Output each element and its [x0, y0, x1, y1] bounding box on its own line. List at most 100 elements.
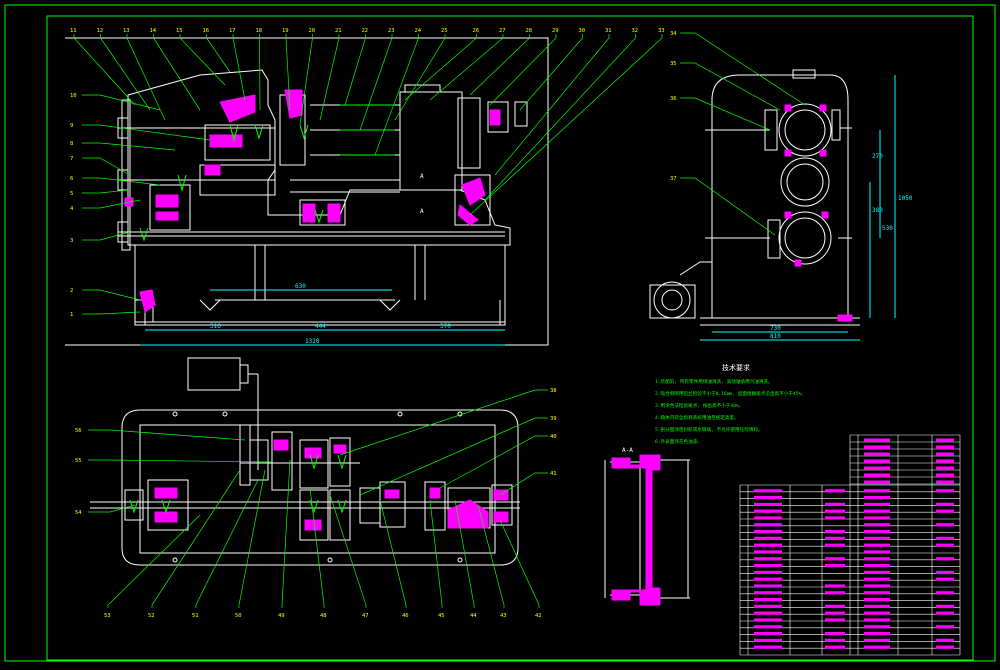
cad-drawing-canvas: 1320 630 316 444 370 A A 730 810 270 380… — [0, 0, 1000, 666]
table-entry-block — [864, 564, 890, 568]
table-entry-block — [936, 445, 954, 449]
dim-side-w1: 730 — [770, 325, 781, 332]
part-number-label: 6 — [70, 176, 73, 182]
table-entry-block — [936, 611, 954, 615]
table-entry-block — [864, 459, 890, 463]
table-entry-block — [754, 632, 782, 636]
table-entry-block — [754, 598, 782, 602]
section-aa-fill — [611, 454, 661, 606]
table-entry-block — [864, 638, 890, 642]
table-entry-block — [864, 625, 890, 629]
table-entry-block — [936, 452, 954, 456]
table-entry-block — [864, 604, 890, 608]
table-entry-block — [825, 502, 845, 506]
part-number-label: 31 — [605, 28, 612, 34]
part-number-label: 37 — [670, 176, 677, 182]
table-entry-block — [754, 516, 782, 520]
part-number-label: 7 — [70, 156, 73, 162]
tech-req-line-1: 1.装配前, 所有零件用煤油清洗, 滚动轴承用汽油清洗。 — [655, 378, 773, 385]
leader-line — [238, 469, 266, 608]
table-entry-block — [864, 584, 890, 588]
part-number-label: 21 — [335, 28, 342, 34]
part-number-label: 24 — [415, 28, 422, 34]
tech-req-line-3: 3.用涂色法检验斑点, 按齿高不小于40%。 — [655, 402, 743, 409]
part-number-label: 36 — [670, 96, 677, 102]
dim-front-c: 370 — [440, 323, 451, 330]
part-number-label: 33 — [658, 28, 665, 34]
table-entry-block — [825, 645, 845, 649]
leader-line — [429, 499, 443, 608]
table-entry-block — [936, 459, 954, 463]
part-number-label: 23 — [388, 28, 395, 34]
table-entry-block — [754, 604, 782, 608]
part-number-label: 56 — [75, 428, 82, 434]
part-number-label: 28 — [526, 28, 533, 34]
part-number-label: 51 — [192, 613, 199, 619]
table-entry-block — [864, 445, 890, 449]
table-entry-block — [864, 645, 890, 649]
table-entry-block — [864, 530, 890, 534]
table-entry-block — [864, 570, 890, 574]
front-view-sections — [124, 89, 501, 313]
part-number-label: 40 — [550, 434, 557, 440]
part-number-label: 29 — [552, 28, 559, 34]
table-entry-block — [936, 473, 954, 477]
table-entry-block — [825, 604, 845, 608]
dim-front-a: 316 — [210, 323, 221, 330]
table-entry-block — [754, 618, 782, 622]
section-aa-title: A-A — [622, 447, 633, 454]
part-number-label: 35 — [670, 61, 677, 67]
table-entry-block — [825, 611, 845, 615]
table-entry-block — [825, 564, 845, 568]
part-number-label: 50 — [235, 613, 242, 619]
leader-line — [281, 459, 291, 608]
table-entry-block — [864, 523, 890, 527]
part-number-label: 30 — [579, 28, 586, 34]
table-entry-block — [936, 523, 954, 527]
table-entry-block — [825, 536, 845, 540]
front-view-dimensions — [140, 289, 505, 346]
leader-line — [73, 34, 136, 106]
part-number-label: 46 — [402, 613, 409, 619]
part-number-label: 45 — [438, 613, 445, 619]
leader-line — [680, 97, 771, 131]
table-entry-block — [936, 645, 954, 649]
table-entry-block — [864, 466, 890, 470]
table-entry-block — [864, 480, 890, 484]
dim-front-total: 1320 — [305, 338, 320, 345]
table-entry-block — [936, 438, 954, 442]
drawing-border-outer — [4, 4, 996, 662]
part-number-label: 1 — [70, 312, 73, 318]
tech-req-line-4: 4.箱体内装全损耗系统用油至规定高度。 — [655, 414, 739, 421]
leader-line — [82, 124, 211, 141]
section-marker-a-2: A — [420, 208, 424, 215]
part-number-label: 32 — [632, 28, 639, 34]
plan-view-green-marks — [129, 454, 347, 514]
side-view-dimensions — [700, 75, 896, 341]
table-entry-block — [754, 564, 782, 568]
part-number-label: 25 — [441, 28, 448, 34]
table-entry-block — [825, 591, 845, 595]
table-entry-block — [936, 509, 954, 513]
part-number-label: 4 — [70, 206, 74, 212]
table-entry-block — [936, 557, 954, 561]
leader-line — [153, 34, 201, 111]
table-entry-block — [936, 536, 954, 540]
part-number-label: 18 — [256, 28, 263, 34]
leader-line — [680, 177, 776, 236]
leader-line — [359, 34, 393, 131]
part-number-label: 13 — [123, 28, 130, 34]
table-entry-block — [754, 523, 782, 527]
dim-side-w2: 810 — [770, 333, 781, 340]
table-entry-block — [864, 632, 890, 636]
leader-line — [299, 34, 313, 126]
table-entry-block — [864, 516, 890, 520]
part-number-label: 10 — [70, 93, 77, 99]
side-view — [649, 69, 860, 326]
table-entry-block — [864, 591, 890, 595]
table-entry-block — [754, 530, 782, 534]
table-entry-block — [754, 645, 782, 649]
part-number-label: 42 — [535, 613, 542, 619]
leader-line — [379, 499, 407, 608]
table-entry-block — [754, 591, 782, 595]
